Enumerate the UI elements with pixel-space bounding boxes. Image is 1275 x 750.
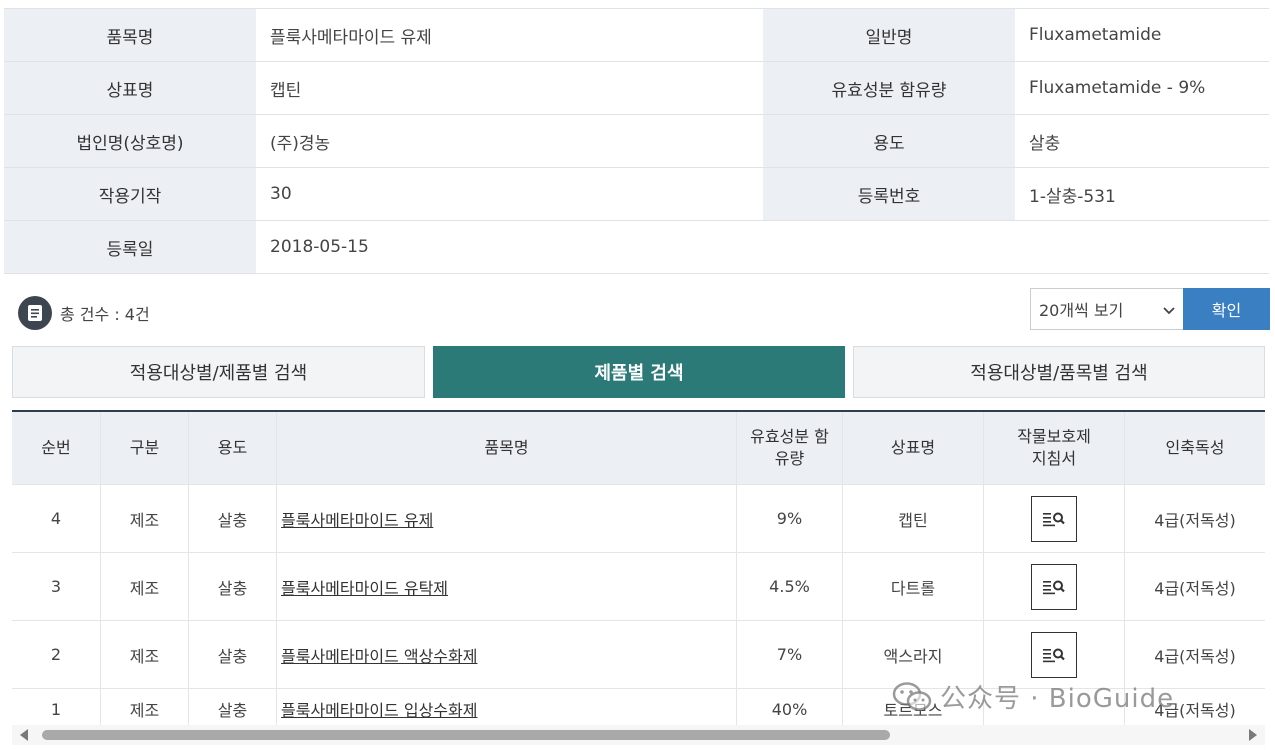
- info-label: 등록일: [4, 221, 256, 273]
- confirm-button[interactable]: 확인: [1183, 288, 1270, 330]
- info-label: 품목명: [4, 9, 256, 61]
- tab-target-product-search[interactable]: 적용대상별/제품별 검색: [12, 346, 425, 398]
- info-value: Fluxametamide - 9%: [1029, 78, 1206, 98]
- total-count: 총 건수 : 4건: [18, 296, 150, 330]
- column-header: 구분: [101, 412, 189, 484]
- info-label: 상표명: [4, 62, 256, 114]
- cell-no: 2: [12, 621, 101, 688]
- cell-content: 7%: [737, 621, 843, 688]
- cell-guide: [984, 485, 1125, 552]
- scroll-thumb[interactable]: [42, 730, 890, 740]
- table-row: 3 제조 살충 플룩사메타마이드 유탁제 4.5% 다트롤 4급(저독성): [12, 553, 1265, 621]
- document-search-icon: [1043, 512, 1065, 526]
- info-row: 상표명 캡틴 유효성분 함유량 Fluxametamide - 9%: [4, 62, 1269, 115]
- info-value: 2018-05-15: [270, 237, 369, 257]
- info-value: 플룩사메타마이드 유제: [270, 27, 432, 48]
- cell-use: 살충: [189, 689, 277, 729]
- document-icon: [18, 296, 52, 330]
- document-search-icon: [1043, 648, 1065, 662]
- guide-view-button[interactable]: [1031, 631, 1077, 678]
- table-row: 4 제조 살충 플룩사메타마이드 유제 9% 캡틴 4급(저독성): [12, 485, 1265, 553]
- page-size-value: 20개씩 보기: [1039, 301, 1124, 320]
- cell-use: 살충: [189, 621, 277, 688]
- watermark-text: 公众号 · BioGuide: [940, 684, 1175, 714]
- cell-name: 플룩사메타마이드 유탁제: [277, 553, 737, 620]
- cell-type: 제조: [101, 621, 189, 688]
- table-header: 순번 구분 용도 품목명 유효성분 함유량 상표명 작물보호제 지침서 인축독성: [12, 412, 1265, 485]
- cell-use: 살충: [189, 553, 277, 620]
- cell-toxicity: 4급(저독성): [1154, 510, 1236, 530]
- info-value: 1-살충-531: [1029, 186, 1116, 207]
- column-header: 순번: [12, 412, 101, 484]
- cell-no: 1: [12, 689, 101, 729]
- tab-target-item-search[interactable]: 적용대상별/품목별 검색: [853, 346, 1265, 398]
- column-header: 용도: [189, 412, 277, 484]
- info-row: 품목명 플룩사메타마이드 유제 일반명 Fluxametamide: [4, 8, 1269, 62]
- chevron-down-icon: [1163, 300, 1175, 319]
- cell-name: 플룩사메타마이드 유제: [277, 485, 737, 552]
- info-label: 법인명(상호명): [4, 115, 256, 167]
- cell-content: 40%: [737, 689, 843, 729]
- total-count-text: 총 건수 : 4건: [60, 305, 150, 324]
- scroll-right-arrow-icon[interactable]: [1249, 729, 1257, 741]
- info-label: 등록번호: [763, 168, 1015, 220]
- info-value: 캡틴: [270, 80, 302, 101]
- info-value: (주)경농: [270, 133, 331, 154]
- info-row: 등록일 2018-05-15: [4, 221, 1269, 274]
- guide-view-button[interactable]: [1031, 563, 1077, 610]
- column-header: 품목명: [277, 412, 737, 484]
- watermark: 公众号 · BioGuide: [892, 678, 1174, 715]
- cell-no: 3: [12, 553, 101, 620]
- info-value: Fluxametamide: [1029, 25, 1162, 45]
- product-info-table: 품목명 플룩사메타마이드 유제 일반명 Fluxametamide 상표명 캡틴…: [4, 8, 1269, 274]
- info-row: 법인명(상호명) (주)경농 용도 살충: [4, 115, 1269, 168]
- cell-content: 4.5%: [737, 553, 843, 620]
- info-value: 30: [270, 184, 292, 204]
- product-link[interactable]: 플룩사메타마이드 액상수화제: [281, 643, 477, 667]
- document-search-icon: [1043, 580, 1065, 594]
- cell-name: 플룩사메타마이드 액상수화제: [277, 621, 737, 688]
- column-header: 인축독성: [1165, 438, 1225, 457]
- cell-brand: 캡틴: [843, 485, 984, 552]
- info-label: 용도: [763, 115, 1015, 167]
- product-link[interactable]: 플룩사메타마이드 입상수화제: [281, 697, 477, 721]
- cell-brand: 다트롤: [843, 553, 984, 620]
- column-header: 유효성분 함유량: [737, 412, 843, 484]
- cell-type: 제조: [101, 689, 189, 729]
- guide-view-button[interactable]: [1031, 495, 1077, 542]
- info-label: 작용기작: [4, 168, 256, 220]
- info-label: 유효성분 함유량: [763, 62, 1015, 114]
- page-size-select[interactable]: 20개씩 보기: [1030, 288, 1184, 330]
- info-label: 일반명: [763, 9, 1015, 61]
- column-header: 상표명: [843, 412, 984, 484]
- info-value: 살충: [1029, 133, 1061, 154]
- cell-guide: [984, 553, 1125, 620]
- product-link[interactable]: 플룩사메타마이드 유탁제: [281, 575, 448, 599]
- wechat-icon: [892, 681, 932, 711]
- product-link[interactable]: 플룩사메타마이드 유제: [281, 507, 433, 531]
- scroll-left-arrow-icon[interactable]: [20, 729, 28, 741]
- cell-toxicity: 4급(저독성): [1154, 578, 1236, 598]
- cell-type: 제조: [101, 485, 189, 552]
- tab-product-search[interactable]: 제품별 검색: [433, 346, 845, 398]
- info-row: 작용기작 30 등록번호 1-살충-531: [4, 168, 1269, 221]
- cell-name: 플룩사메타마이드 입상수화제: [277, 689, 737, 729]
- column-header: 작물보호제 지침서: [984, 412, 1125, 484]
- cell-no: 4: [12, 485, 101, 552]
- horizontal-scrollbar[interactable]: [12, 725, 1265, 745]
- cell-content: 9%: [737, 485, 843, 552]
- cell-type: 제조: [101, 553, 189, 620]
- cell-use: 살충: [189, 485, 277, 552]
